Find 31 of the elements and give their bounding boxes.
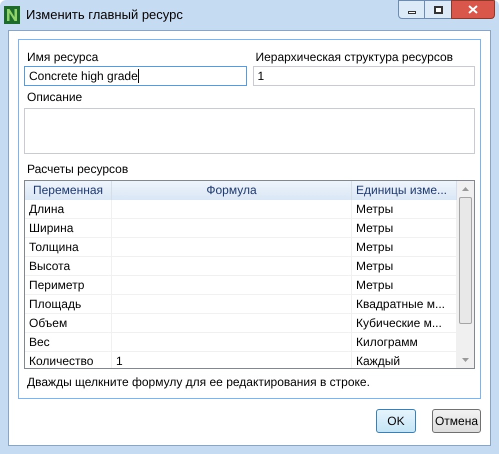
- maximize-button[interactable]: [425, 0, 451, 19]
- column-header[interactable]: Переменная: [25, 181, 112, 200]
- table-cell: Объем: [25, 314, 112, 332]
- table-cell: Периметр: [25, 276, 112, 294]
- table-cell: Высота: [25, 257, 112, 275]
- scrollbar[interactable]: [457, 181, 474, 368]
- close-icon: [468, 5, 478, 14]
- text-field[interactable]: Concrete high grade: [24, 66, 246, 86]
- dialog-button[interactable]: OK: [376, 409, 416, 433]
- table-cell: Количество: [25, 352, 112, 368]
- field-label: Имя ресурса: [26, 49, 100, 66]
- text-field[interactable]: 1: [252, 66, 475, 86]
- scroll-up-icon[interactable]: [462, 187, 469, 191]
- close-button[interactable]: [451, 0, 495, 19]
- minimize-button[interactable]: [398, 0, 425, 19]
- table-cell: Длина: [25, 200, 112, 218]
- section-label: Расчеты ресурсов: [26, 161, 130, 178]
- dialog-button[interactable]: Отмена: [432, 409, 481, 433]
- column-header[interactable]: Формула: [112, 181, 352, 200]
- hint-text: Дважды щелкните формулу для ее редактирования в строке.: [26, 374, 371, 390]
- window-title: Изменить главный ресурс: [26, 6, 183, 24]
- scroll-down-icon[interactable]: [462, 358, 469, 362]
- table-cell: Вес: [25, 333, 112, 351]
- table-cell: Толщина: [25, 238, 112, 256]
- table-cell: Ширина: [25, 219, 112, 237]
- field-label: Иерархическая структура ресурсов: [254, 49, 454, 66]
- table-cell: Площадь: [25, 295, 112, 313]
- description-field[interactable]: [24, 108, 475, 154]
- table-cell: 1: [112, 352, 352, 368]
- app-logo-icon: [4, 6, 20, 24]
- field-label: Описание: [26, 89, 84, 106]
